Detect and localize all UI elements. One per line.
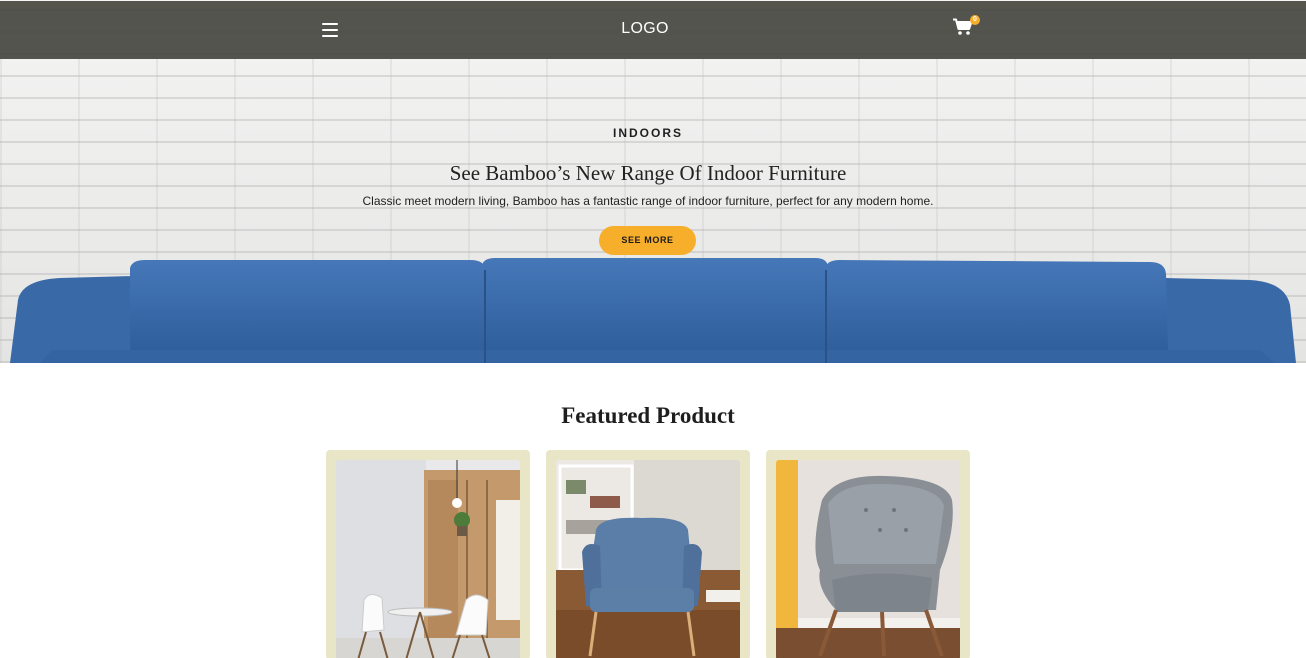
hero-kicker: INDOORS: [612, 126, 683, 140]
site-logo[interactable]: LOGO: [560, 20, 730, 38]
hamburger-menu-icon[interactable]: [322, 23, 338, 37]
blue-sofa-image: [10, 258, 1296, 363]
top-navigation-bar: LOGO 0: [0, 1, 1306, 59]
cart-count-badge: 0: [970, 15, 980, 25]
see-more-button[interactable]: SEE MORE: [599, 226, 696, 255]
blue-armchair-image: [556, 460, 740, 658]
dining-room-white-chairs-image: [336, 460, 520, 658]
product-card[interactable]: [766, 450, 970, 658]
product-card[interactable]: [326, 450, 530, 658]
featured-product-heading: Featured Product: [561, 403, 735, 428]
hero-title: See Bamboo’s New Range Of Indoor Furnitu…: [449, 161, 847, 185]
shopping-cart-button[interactable]: 0: [953, 15, 980, 42]
hero-subtitle: Classic meet modern living, Bamboo has a…: [362, 194, 934, 208]
grey-wingback-chair-image: [776, 460, 960, 658]
product-card[interactable]: [546, 450, 750, 658]
hero-banner: LOGO 0 INDOORS See Bamboo’s New Range Of…: [0, 0, 1306, 363]
